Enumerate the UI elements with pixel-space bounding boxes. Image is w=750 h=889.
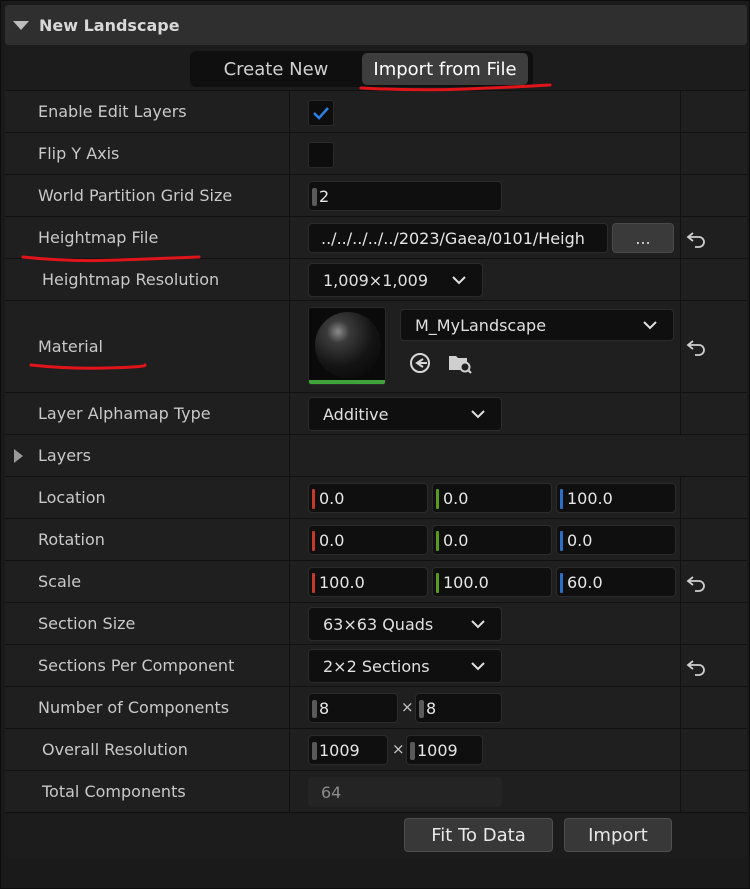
layer-alphamap-type-value: Additive bbox=[323, 404, 389, 424]
row-heightmap-resolution: Heightmap Resolution 1,009×1,009 bbox=[5, 259, 747, 301]
rotation-y-input[interactable]: 0.0 bbox=[432, 525, 552, 555]
total-components-value: 64 bbox=[321, 782, 342, 802]
wp-grid-size-input[interactable]: 2 bbox=[308, 181, 502, 211]
reset-arrow-icon[interactable] bbox=[686, 657, 708, 677]
layer-alphamap-type-dropdown[interactable]: Additive bbox=[308, 397, 502, 431]
section-size-label: Section Size bbox=[38, 614, 136, 633]
flip-y-axis-label: Flip Y Axis bbox=[38, 144, 120, 163]
row-layer-alphamap-type: Layer Alphamap Type Additive bbox=[5, 393, 747, 435]
checkmark-icon bbox=[313, 107, 329, 120]
heightmap-resolution-dropdown[interactable]: 1,009×1,009 bbox=[308, 263, 483, 297]
row-flip-y-axis: Flip Y Axis bbox=[5, 133, 747, 175]
mode-tabs: Create New Import from File bbox=[190, 51, 533, 87]
location-x-input[interactable]: 0.0 bbox=[308, 483, 428, 513]
sections-per-component-dropdown[interactable]: 2×2 Sections bbox=[308, 649, 502, 683]
rotation-label: Rotation bbox=[38, 530, 105, 549]
row-material: Material M_MyLandscape bbox=[5, 301, 747, 393]
reset-arrow-icon[interactable] bbox=[686, 573, 708, 593]
tab-create-new[interactable]: Create New bbox=[190, 53, 362, 85]
mode-tabs-row: Create New Import from File bbox=[5, 45, 747, 91]
browse-heightmap-button[interactable]: ... bbox=[612, 223, 674, 253]
components-y-input[interactable]: 8 bbox=[415, 693, 502, 723]
enable-edit-layers-label: Enable Edit Layers bbox=[38, 102, 187, 121]
chevron-down-icon bbox=[471, 410, 485, 419]
layer-alphamap-type-label: Layer Alphamap Type bbox=[38, 404, 211, 423]
wp-grid-size-value: 2 bbox=[319, 186, 330, 206]
section-header[interactable]: New Landscape bbox=[5, 5, 747, 45]
scale-label: Scale bbox=[38, 572, 82, 591]
material-type-bar bbox=[309, 380, 385, 384]
flip-y-axis-checkbox[interactable] bbox=[308, 142, 334, 168]
heightmap-resolution-label: Heightmap Resolution bbox=[42, 270, 220, 289]
row-layers[interactable]: Layers bbox=[5, 435, 747, 477]
sections-per-component-value: 2×2 Sections bbox=[323, 656, 430, 676]
browse-asset-icon[interactable] bbox=[447, 351, 473, 375]
material-label: Material bbox=[38, 337, 103, 356]
location-y-input[interactable]: 0.0 bbox=[432, 483, 552, 513]
heightmap-resolution-value: 1,009×1,009 bbox=[323, 270, 429, 290]
enable-edit-layers-checkbox[interactable] bbox=[308, 100, 334, 126]
rotation-x-input[interactable]: 0.0 bbox=[308, 525, 428, 555]
row-scale: Scale 100.0 100.0 60.0 bbox=[5, 561, 747, 603]
times-separator: × bbox=[401, 698, 414, 716]
overall-resolution-y-input[interactable]: 1009 bbox=[406, 735, 483, 765]
material-value: M_MyLandscape bbox=[415, 315, 547, 335]
reset-arrow-icon[interactable] bbox=[686, 229, 708, 249]
number-of-components-label: Number of Components bbox=[38, 698, 230, 717]
material-preview-sphere bbox=[315, 312, 381, 378]
row-rotation: Rotation 0.0 0.0 0.0 bbox=[5, 519, 747, 561]
chevron-down-icon bbox=[471, 620, 485, 629]
times-separator: × bbox=[392, 740, 405, 758]
scale-z-input[interactable]: 60.0 bbox=[556, 567, 676, 597]
row-number-of-components: Number of Components 8 × 8 bbox=[5, 687, 747, 729]
wp-grid-size-label: World Partition Grid Size bbox=[38, 186, 233, 205]
overall-resolution-x-input[interactable]: 1009 bbox=[308, 735, 388, 765]
drag-handle[interactable] bbox=[312, 188, 317, 206]
row-location: Location 0.0 0.0 100.0 bbox=[5, 477, 747, 519]
new-landscape-panel: New Landscape Create New Import from Fil… bbox=[0, 0, 750, 889]
overall-resolution-label: Overall Resolution bbox=[42, 740, 188, 759]
sections-per-component-label: Sections Per Component bbox=[38, 656, 235, 675]
chevron-down-icon bbox=[471, 662, 485, 671]
chevron-down-icon bbox=[643, 321, 657, 330]
material-asset-dropdown[interactable]: M_MyLandscape bbox=[400, 309, 674, 341]
rotation-z-input[interactable]: 0.0 bbox=[556, 525, 676, 555]
section-title: New Landscape bbox=[39, 15, 180, 35]
row-sections-per-component: Sections Per Component 2×2 Sections bbox=[5, 645, 747, 687]
total-components-label: Total Components bbox=[42, 782, 186, 801]
heightmap-file-path-input[interactable]: ../../../../../2023/Gaea/0101/Heigh bbox=[308, 223, 608, 253]
scale-x-input[interactable]: 100.0 bbox=[308, 567, 428, 597]
location-z-input[interactable]: 100.0 bbox=[556, 483, 676, 513]
section-size-value: 63×63 Quads bbox=[323, 614, 434, 634]
total-components-value-field: 64 bbox=[308, 777, 502, 807]
action-buttons-row: Fit To Data Import bbox=[5, 815, 747, 857]
tab-import-from-file[interactable]: Import from File bbox=[362, 53, 528, 85]
fit-to-data-button[interactable]: Fit To Data bbox=[404, 818, 553, 852]
heightmap-file-path-value: ../../../../../2023/Gaea/0101/Heigh bbox=[321, 228, 585, 248]
expand-arrow-icon[interactable] bbox=[14, 449, 23, 463]
layers-label: Layers bbox=[38, 446, 91, 465]
row-enable-edit-layers: Enable Edit Layers bbox=[5, 91, 747, 133]
heightmap-file-label: Heightmap File bbox=[38, 228, 159, 247]
row-world-partition-grid-size: World Partition Grid Size 2 bbox=[5, 175, 747, 217]
collapse-arrow-icon[interactable] bbox=[13, 20, 29, 30]
chevron-down-icon bbox=[452, 276, 466, 285]
scale-y-input[interactable]: 100.0 bbox=[432, 567, 552, 597]
reset-arrow-icon[interactable] bbox=[686, 337, 708, 357]
location-label: Location bbox=[38, 488, 106, 507]
row-heightmap-file: Heightmap File ../../../../../2023/Gaea/… bbox=[5, 217, 747, 259]
section-size-dropdown[interactable]: 63×63 Quads bbox=[308, 607, 502, 641]
import-button[interactable]: Import bbox=[564, 818, 672, 852]
components-x-input[interactable]: 8 bbox=[308, 693, 398, 723]
use-selected-asset-icon[interactable] bbox=[408, 351, 432, 375]
row-total-components: Total Components 64 bbox=[5, 771, 747, 813]
row-overall-resolution: Overall Resolution 1009 × 1009 bbox=[5, 729, 747, 771]
material-thumbnail[interactable] bbox=[308, 307, 386, 385]
row-section-size: Section Size 63×63 Quads bbox=[5, 603, 747, 645]
